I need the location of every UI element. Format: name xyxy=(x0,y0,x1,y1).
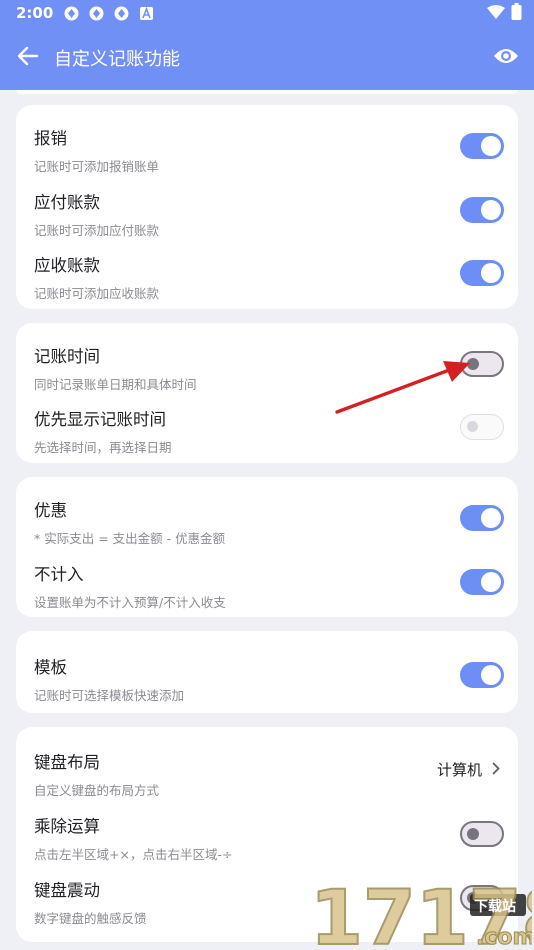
page-title: 自定义记账功能 xyxy=(54,49,180,70)
setting-label: 记账时间 xyxy=(34,347,100,366)
eye-icon xyxy=(493,47,519,69)
status-time: 2:00 xyxy=(16,4,54,22)
visibility-button[interactable] xyxy=(478,30,534,86)
settings-card-discount: 优惠 * 实际支出 = 支出金额 - 优惠金额 不计入 设置账单为不计入预算/不… xyxy=(16,477,518,617)
setting-row-exclude[interactable]: 不计入 设置账单为不计入预算/不计入收支 xyxy=(16,547,518,611)
keyboard-layout-selector[interactable]: 计算机 xyxy=(437,759,500,780)
setting-row-accounts-payable[interactable]: 应付账款 记账时可添加应付账款 xyxy=(16,175,518,239)
setting-label: 模板 xyxy=(34,658,67,677)
watermark-logo: 17178 下载站 .com xyxy=(309,864,534,950)
setting-label: 不计入 xyxy=(34,565,84,584)
setting-description: * 实际支出 = 支出金额 - 优惠金额 xyxy=(34,531,226,546)
battery-icon xyxy=(511,2,522,24)
settings-icon xyxy=(63,5,80,22)
setting-description: 记账时可添加应收账款 xyxy=(34,286,160,301)
template-toggle[interactable] xyxy=(460,662,504,688)
setting-label: 乘除运算 xyxy=(34,817,100,836)
status-bar: 2:00 xyxy=(0,0,534,26)
setting-description: 先选择时间，再选择日期 xyxy=(34,440,172,455)
exclude-toggle[interactable] xyxy=(460,569,504,595)
keyboard-layout-value: 计算机 xyxy=(436,761,482,779)
setting-label: 优惠 xyxy=(34,501,67,520)
setting-label: 优先显示记账时间 xyxy=(34,410,166,429)
setting-label: 报销 xyxy=(34,129,67,148)
annotation-arrow xyxy=(335,361,470,414)
back-button[interactable] xyxy=(0,30,56,86)
setting-row-template[interactable]: 模板 记账时可选择模板快速添加 xyxy=(16,640,518,704)
watermark-domain: .com xyxy=(476,925,532,950)
reimbursement-toggle[interactable] xyxy=(460,133,504,159)
multiply-divide-toggle[interactable] xyxy=(460,821,504,847)
setting-row-multiply-divide[interactable]: 乘除运算 点击左半区域+×，点击右半区域-÷ xyxy=(16,799,518,863)
setting-label: 键盘震动 xyxy=(34,881,100,900)
setting-description: 记账时可选择模板快速添加 xyxy=(34,688,185,703)
setting-row-reimbursement[interactable]: 报销 记账时可添加报销账单 xyxy=(16,111,518,175)
previous-card-edge xyxy=(16,90,518,94)
a-icon xyxy=(138,5,155,22)
setting-description: 同时记录账单日期和具体时间 xyxy=(34,377,197,392)
arrow-left-icon xyxy=(17,45,39,71)
setting-description: 记账时可添加报销账单 xyxy=(34,159,160,174)
chevron-right-icon xyxy=(492,761,500,779)
accounts-receivable-toggle[interactable] xyxy=(460,260,504,286)
watermark-tag: 下载站 xyxy=(474,898,516,915)
setting-label: 键盘布局 xyxy=(34,753,100,772)
setting-row-accounts-receivable[interactable]: 应收账款 记账时可添加应收账款 xyxy=(16,238,518,302)
settings-card-receivables: 报销 记账时可添加报销账单 应付账款 记账时可添加应付账款 应收账款 记账时可添… xyxy=(16,105,518,309)
settings-icon xyxy=(113,5,130,22)
setting-label: 应付账款 xyxy=(34,193,100,212)
wifi-icon xyxy=(487,4,505,23)
setting-label: 应收账款 xyxy=(34,256,100,275)
discount-toggle[interactable] xyxy=(460,505,504,531)
setting-row-keyboard-layout[interactable]: 键盘布局 自定义键盘的布局方式 计算机 xyxy=(16,735,518,799)
setting-row-discount[interactable]: 优惠 * 实际支出 = 支出金额 - 优惠金额 xyxy=(16,483,518,547)
app-bar: 自定义记账功能 xyxy=(0,26,534,90)
setting-description: 点击左半区域+×，点击右半区域-÷ xyxy=(34,847,233,862)
settings-card-template: 模板 记账时可选择模板快速添加 xyxy=(16,631,518,713)
setting-description: 数字键盘的触感反馈 xyxy=(34,911,147,926)
setting-description: 设置账单为不计入预算/不计入收支 xyxy=(34,595,226,610)
setting-description: 自定义键盘的布局方式 xyxy=(34,783,160,798)
settings-icon xyxy=(88,5,105,22)
setting-description: 记账时可添加应付账款 xyxy=(34,223,160,238)
accounts-payable-toggle[interactable] xyxy=(460,197,504,223)
